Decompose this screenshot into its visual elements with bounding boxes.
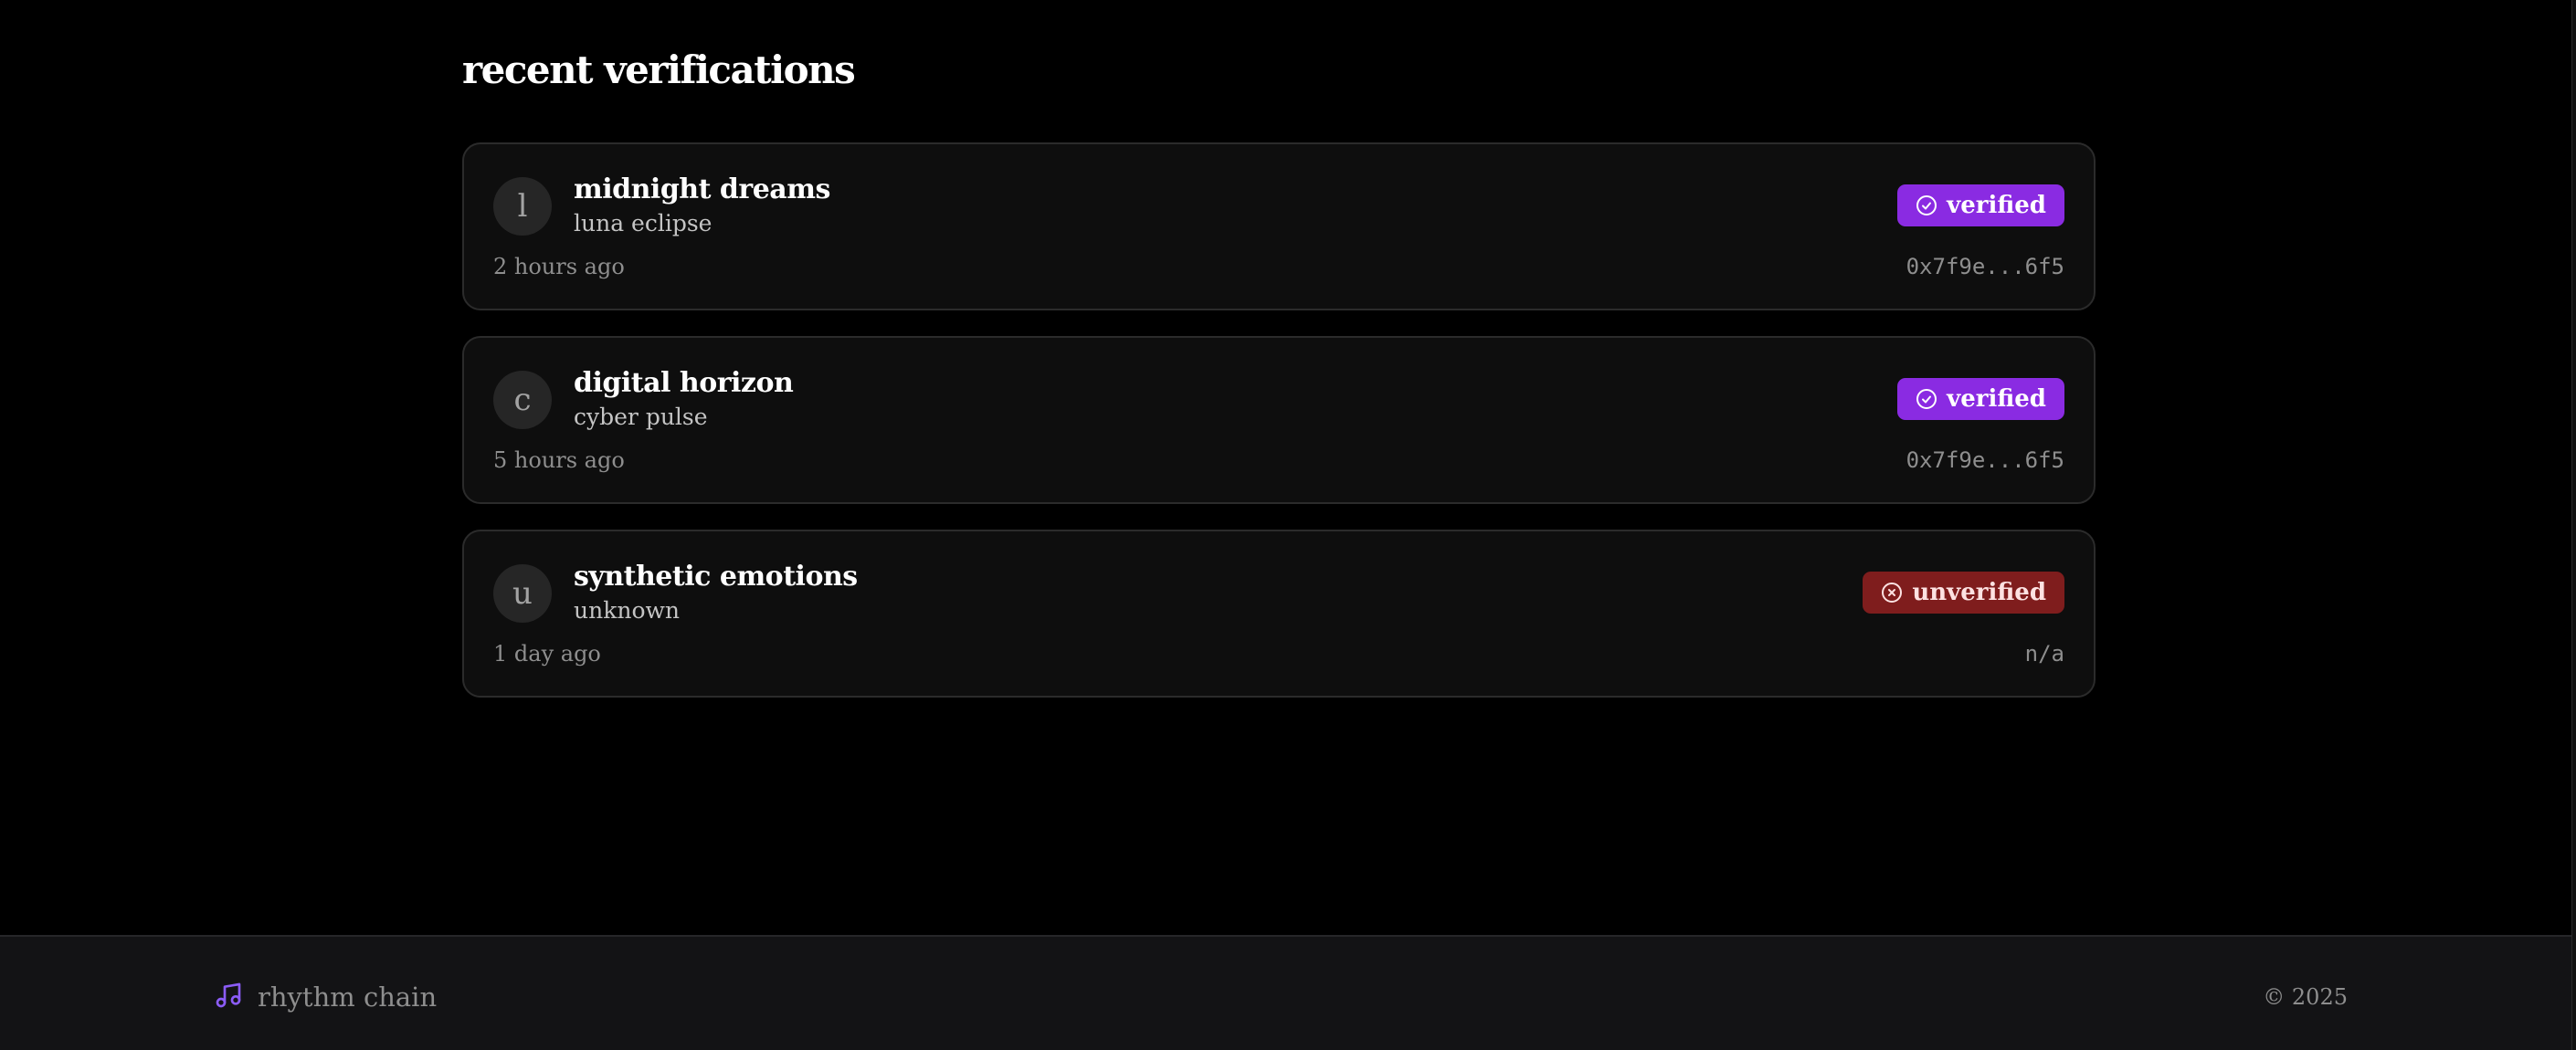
status-badge-verified: verified: [1897, 378, 2064, 420]
verification-card[interactable]: c digital horizon cyber pulse 5 hours ag…: [462, 336, 2096, 504]
verification-card[interactable]: u synthetic emotions unknown 1 day ago u…: [462, 530, 2096, 698]
section-title: recent verifications: [462, 47, 856, 92]
avatar: u: [493, 564, 552, 623]
track-artist: cyber pulse: [574, 404, 708, 430]
music-note-icon: [214, 981, 243, 1013]
scrollbar[interactable]: [2571, 0, 2576, 1050]
avatar: l: [493, 177, 552, 236]
copyright: © 2025: [2263, 984, 2348, 1010]
timestamp: 5 hours ago: [493, 447, 625, 473]
track-title: midnight dreams: [574, 173, 830, 205]
page: recent verifications l midnight dreams l…: [0, 0, 2576, 1050]
track-title: synthetic emotions: [574, 561, 858, 593]
x-circle-icon: [1881, 582, 1903, 604]
brand-name: rhythm chain: [258, 982, 438, 1013]
timestamp: 2 hours ago: [493, 254, 625, 279]
transaction-hash: 0x7f9e...6f5: [1906, 254, 2064, 279]
footer: rhythm chain © 2025: [0, 935, 2572, 1050]
status-label: verified: [1947, 385, 2046, 413]
track-artist: luna eclipse: [574, 210, 713, 236]
transaction-hash: 0x7f9e...6f5: [1906, 447, 2064, 473]
track-title: digital horizon: [574, 367, 794, 399]
verification-card[interactable]: l midnight dreams luna eclipse 2 hours a…: [462, 142, 2096, 310]
brand[interactable]: rhythm chain: [214, 981, 437, 1013]
timestamp: 1 day ago: [493, 641, 601, 667]
check-circle-icon: [1916, 194, 1937, 216]
status-badge-verified: verified: [1897, 184, 2064, 226]
track-artist: unknown: [574, 597, 681, 624]
status-badge-unverified: unverified: [1863, 572, 2064, 614]
status-label: unverified: [1912, 579, 2046, 606]
status-label: verified: [1947, 192, 2046, 219]
transaction-hash: n/a: [2024, 641, 2064, 667]
avatar: c: [493, 371, 552, 429]
check-circle-icon: [1916, 388, 1937, 410]
